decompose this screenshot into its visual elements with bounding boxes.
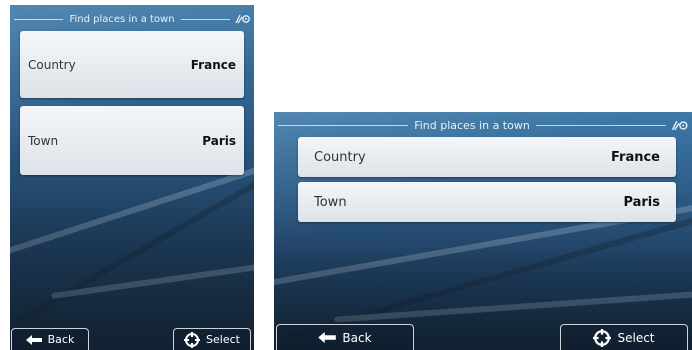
back-button[interactable]: Back xyxy=(11,328,89,350)
country-value: France xyxy=(190,57,236,72)
select-button[interactable]: Select xyxy=(560,324,688,350)
town-row[interactable]: Town Paris xyxy=(20,106,244,175)
title-line-left xyxy=(14,18,64,20)
title-bar: Find places in a town xyxy=(10,12,254,26)
town-value: Paris xyxy=(202,133,236,148)
arrow-left-icon xyxy=(318,332,337,343)
gps-satellite-icon xyxy=(666,119,688,132)
back-button[interactable]: Back xyxy=(276,324,414,350)
town-label: Town xyxy=(314,194,347,210)
select-button[interactable]: Select xyxy=(173,328,251,350)
title-line-right xyxy=(180,18,230,20)
town-row[interactable]: Town Paris xyxy=(298,182,676,222)
select-label: Select xyxy=(617,330,655,345)
country-label: Country xyxy=(314,149,366,165)
select-label: Select xyxy=(206,333,240,346)
town-label: Town xyxy=(28,133,59,148)
arrow-left-icon xyxy=(25,334,42,345)
country-row[interactable]: Country France xyxy=(20,31,244,98)
country-label: Country xyxy=(28,57,76,72)
title-line-right xyxy=(535,124,667,126)
crosshair-icon xyxy=(593,328,612,347)
country-value: France xyxy=(610,149,660,165)
page-title: Find places in a town xyxy=(414,118,530,132)
page-title: Find places in a town xyxy=(69,13,175,25)
portrait-screen: Find places in a town Country France Tow… xyxy=(10,5,254,350)
title-bar: Find places in a town xyxy=(274,117,692,133)
back-label: Back xyxy=(47,333,75,346)
crosshair-icon xyxy=(184,331,201,348)
back-label: Back xyxy=(342,330,372,345)
title-line-left xyxy=(278,124,409,126)
country-row[interactable]: Country France xyxy=(298,137,676,177)
landscape-screen: Find places in a town Country France Tow… xyxy=(274,112,692,350)
town-value: Paris xyxy=(623,194,660,210)
background-shade xyxy=(10,194,254,350)
gps-satellite-icon xyxy=(230,13,250,25)
